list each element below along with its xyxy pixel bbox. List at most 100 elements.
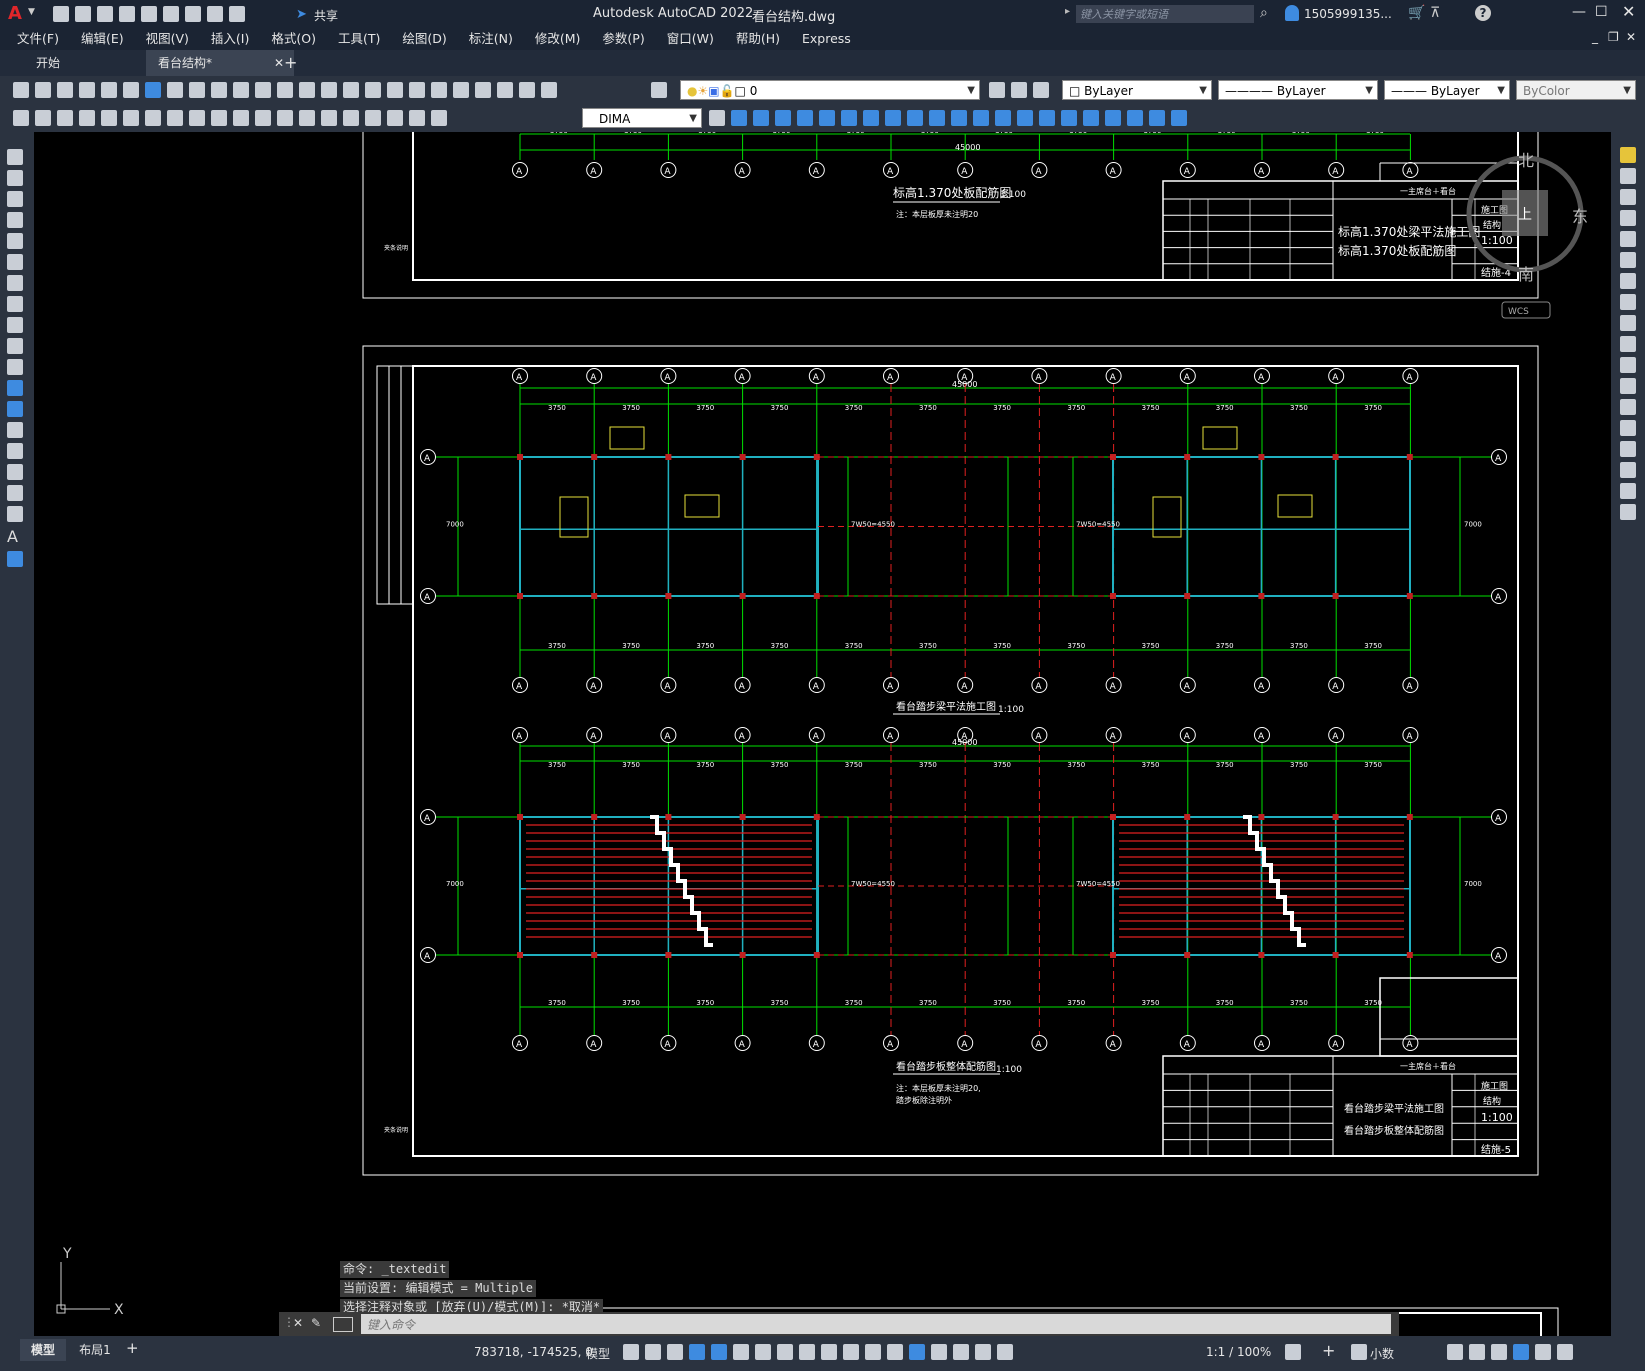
mirror-icon[interactable] bbox=[1620, 189, 1636, 205]
cmd-recent-icon[interactable] bbox=[333, 1317, 353, 1332]
menu-item-11[interactable]: 帮助(H) bbox=[725, 28, 791, 50]
bring-front-icon[interactable] bbox=[1127, 110, 1143, 126]
polar-icon[interactable] bbox=[733, 1344, 749, 1360]
doc-minimize-icon[interactable]: _ bbox=[1592, 30, 1598, 44]
hatch-icon[interactable] bbox=[7, 443, 23, 459]
draw-order-icon[interactable] bbox=[1105, 110, 1121, 126]
menu-item-6[interactable]: 绘图(D) bbox=[391, 28, 457, 50]
point-icon[interactable] bbox=[7, 422, 23, 438]
join-icon[interactable] bbox=[995, 110, 1011, 126]
object-track-icon[interactable] bbox=[777, 1344, 793, 1360]
maximize-icon[interactable]: ☐ bbox=[1595, 4, 1608, 20]
zoom-window-icon[interactable] bbox=[365, 82, 381, 98]
center-mark-icon[interactable] bbox=[321, 110, 337, 126]
move-icon[interactable] bbox=[1620, 252, 1636, 268]
mtext-icon[interactable]: A bbox=[7, 527, 25, 546]
chamfer-icon[interactable] bbox=[1017, 110, 1033, 126]
chamfer-icon[interactable] bbox=[1620, 441, 1636, 457]
workspace-gear-icon[interactable] bbox=[1285, 1344, 1301, 1360]
menu-item-10[interactable]: 窗口(W) bbox=[656, 28, 725, 50]
units-dropdown[interactable]: 小数 bbox=[1370, 1345, 1394, 1362]
zoom-realtime-icon[interactable] bbox=[343, 82, 359, 98]
text-front-icon[interactable] bbox=[1171, 110, 1187, 126]
hardware-accel-icon[interactable] bbox=[1469, 1344, 1485, 1360]
tool-palette-icon[interactable] bbox=[453, 82, 469, 98]
gizmo-icon[interactable] bbox=[953, 1344, 969, 1360]
extend-icon[interactable] bbox=[1620, 357, 1636, 373]
app-menu-chevron-icon[interactable]: ▼ bbox=[28, 7, 35, 17]
search-input[interactable]: 键入关键字或短语 bbox=[1076, 5, 1254, 23]
menu-item-4[interactable]: 格式(O) bbox=[260, 28, 327, 50]
inspection-icon[interactable] bbox=[343, 110, 359, 126]
polygon-icon[interactable] bbox=[7, 212, 23, 228]
fillet-icon[interactable] bbox=[1039, 110, 1055, 126]
add-layout-icon[interactable]: + bbox=[126, 1339, 139, 1357]
dynamic-input-icon[interactable] bbox=[689, 1344, 705, 1360]
dim-update-icon[interactable] bbox=[431, 110, 447, 126]
polyline-icon[interactable] bbox=[7, 191, 23, 207]
ellipse-icon[interactable] bbox=[7, 338, 23, 354]
markup-icon[interactable] bbox=[497, 82, 513, 98]
scale-icon[interactable] bbox=[885, 110, 901, 126]
stretch-icon[interactable] bbox=[907, 110, 923, 126]
auto-scale-icon[interactable] bbox=[997, 1344, 1013, 1360]
preview-icon[interactable] bbox=[101, 82, 117, 98]
layer-dropdown[interactable]: ●☀▣🔓□ 0 ▼ bbox=[680, 80, 980, 100]
search-icon[interactable]: ⌕ bbox=[1260, 5, 1268, 21]
tab-drawing[interactable]: 看台结构* ✕ bbox=[146, 50, 294, 76]
menu-item-2[interactable]: 视图(V) bbox=[135, 28, 200, 50]
clean-screen-icon[interactable] bbox=[1491, 1344, 1507, 1360]
quick-dim-icon[interactable] bbox=[189, 110, 205, 126]
dim-ordinate-icon[interactable] bbox=[79, 110, 95, 126]
undo-icon[interactable] bbox=[277, 82, 293, 98]
dim-break-icon[interactable] bbox=[277, 110, 293, 126]
publish-icon[interactable] bbox=[123, 82, 139, 98]
jogged-linear-icon[interactable] bbox=[365, 110, 381, 126]
break-icon[interactable] bbox=[1620, 399, 1636, 415]
tab-start[interactable]: 开始 bbox=[0, 50, 146, 76]
isolate-objects-icon[interactable] bbox=[1447, 1344, 1463, 1360]
tolerance-icon[interactable] bbox=[299, 110, 315, 126]
share-icon[interactable]: ➤ bbox=[296, 7, 307, 22]
redo-icon[interactable] bbox=[229, 6, 245, 22]
minimize-icon[interactable]: — bbox=[1572, 4, 1586, 20]
osnap-icon[interactable] bbox=[799, 1344, 815, 1360]
drawing-svg[interactable]: 45000 A A A A A A A A A A A A A 3750 3750 3750 3750 3750 3… bbox=[34, 119, 1611, 1349]
rectangle-icon[interactable] bbox=[7, 233, 23, 249]
linetype-dropdown[interactable]: ———— ByLayer ▼ bbox=[1218, 80, 1378, 100]
save-icon[interactable] bbox=[97, 6, 113, 22]
lineweight-icon[interactable] bbox=[821, 1344, 837, 1360]
cmd-customize-icon[interactable]: ✎ bbox=[311, 1316, 321, 1330]
calculator-icon[interactable] bbox=[519, 82, 535, 98]
command-input[interactable]: 键入命令 bbox=[361, 1314, 1391, 1334]
plot-icon[interactable] bbox=[185, 6, 201, 22]
move-icon[interactable] bbox=[841, 110, 857, 126]
open-icon[interactable] bbox=[75, 6, 91, 22]
properties-icon[interactable] bbox=[409, 82, 425, 98]
scale-icon[interactable] bbox=[1620, 294, 1636, 310]
dim-text-edit-icon[interactable] bbox=[409, 110, 425, 126]
break-at-point-icon[interactable] bbox=[1620, 378, 1636, 394]
spline-icon[interactable] bbox=[7, 317, 23, 333]
ortho-icon[interactable] bbox=[711, 1344, 727, 1360]
copy-object-icon[interactable] bbox=[753, 110, 769, 126]
menu-item-7[interactable]: 标注(N) bbox=[458, 28, 524, 50]
open-web-icon[interactable] bbox=[141, 6, 157, 22]
break-icon[interactable] bbox=[973, 110, 989, 126]
rotate-icon[interactable] bbox=[863, 110, 879, 126]
cart-icon[interactable]: 🛒 bbox=[1408, 5, 1425, 21]
dim-baseline-icon[interactable] bbox=[211, 110, 227, 126]
transparency-icon[interactable] bbox=[843, 1344, 859, 1360]
array-icon[interactable] bbox=[1620, 231, 1636, 247]
construction-line-icon[interactable] bbox=[7, 170, 23, 186]
dim-jogged-icon[interactable] bbox=[123, 110, 139, 126]
paste-icon[interactable] bbox=[211, 82, 227, 98]
line-icon[interactable] bbox=[7, 149, 23, 165]
dim-arc-icon[interactable] bbox=[57, 110, 73, 126]
blend-curves-icon[interactable] bbox=[1620, 483, 1636, 499]
region-icon[interactable] bbox=[7, 485, 23, 501]
coordinates[interactable]: 783718, -174525, 0 bbox=[474, 1345, 593, 1359]
dim-linear-icon[interactable] bbox=[13, 110, 29, 126]
block-editor-icon[interactable] bbox=[255, 82, 271, 98]
stretch-icon[interactable] bbox=[1620, 315, 1636, 331]
